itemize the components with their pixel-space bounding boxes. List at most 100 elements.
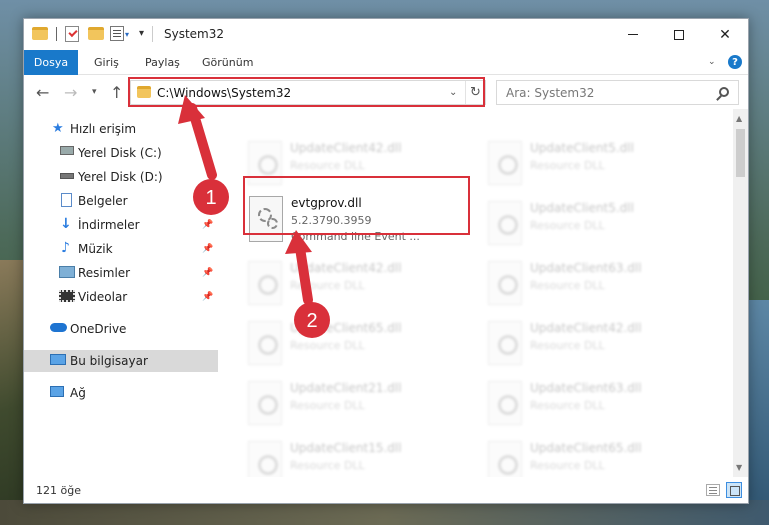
file-name: UpdateClient15.dll: [290, 441, 402, 455]
tab-file[interactable]: Dosya: [24, 50, 78, 75]
maximize-icon: [674, 29, 684, 40]
file-name: UpdateClient63.dll: [530, 381, 642, 395]
sidebar-item-documents[interactable]: Belgeler: [24, 190, 218, 212]
sidebar-item-label: Bu bilgisayar: [70, 354, 148, 368]
forward-arrow-icon[interactable]: →: [64, 83, 77, 102]
sidebar-item-drive-c[interactable]: Yerel Disk (C:): [24, 142, 218, 164]
properties-icon[interactable]: [110, 26, 124, 41]
scroll-thumb[interactable]: [736, 129, 745, 177]
sidebar-item-label: Ağ: [70, 386, 86, 400]
address-row: ← → ▾ ↑ C:\Windows\System32 ⌄ ↻ Ara: Sys…: [24, 76, 748, 109]
sidebar-item-label: Belgeler: [78, 194, 128, 208]
close-button[interactable]: ✕: [702, 19, 748, 50]
new-folder-icon[interactable]: [88, 27, 104, 40]
close-icon: ✕: [719, 26, 731, 43]
sidebar-item-videos[interactable]: Videolar 📌: [24, 286, 218, 308]
file-type: Resource DLL: [290, 279, 365, 292]
sidebar-item-label: OneDrive: [70, 322, 127, 336]
sidebar-item-network[interactable]: Ağ: [24, 382, 218, 404]
pin-icon[interactable]: 📌: [202, 268, 213, 278]
list-item[interactable]: UpdateClient15.dll Resource DLL: [240, 437, 470, 477]
item-count: 121 öğe: [36, 484, 81, 497]
separator: [152, 26, 153, 42]
navigation-pane: ★ Hızlı erişim Yerel Disk (C:) Yerel Dis…: [24, 109, 218, 477]
sidebar-item-onedrive[interactable]: OneDrive: [24, 318, 218, 340]
minimize-icon: [628, 34, 638, 35]
sidebar-item-this-pc[interactable]: Bu bilgisayar: [24, 350, 218, 372]
file-name: UpdateClient5.dll: [530, 141, 634, 155]
dll-file-icon: [488, 141, 522, 185]
details-view-icon[interactable]: [706, 484, 720, 496]
back-arrow-icon[interactable]: ←: [36, 83, 49, 102]
sidebar-item-label: Müzik: [78, 242, 113, 256]
file-type: Resource DLL: [290, 399, 365, 412]
dll-file-icon: [488, 261, 522, 305]
computer-icon: [50, 354, 66, 365]
file-name: UpdateClient5.dll: [530, 201, 634, 215]
file-type: Resource DLL: [530, 459, 605, 472]
file-name: UpdateClient65.dll: [290, 321, 402, 335]
search-input[interactable]: Ara: System32: [496, 80, 739, 105]
pictures-icon: [59, 266, 75, 278]
up-arrow-icon[interactable]: ↑: [110, 83, 123, 102]
scroll-down-icon[interactable]: ▼: [736, 463, 742, 472]
minimize-button[interactable]: [610, 19, 656, 50]
pin-icon[interactable]: 📌: [202, 292, 213, 302]
list-item[interactable]: UpdateClient5.dll Resource DLL: [480, 137, 710, 195]
dll-file-icon: [248, 381, 282, 425]
chevron-down-icon[interactable]: ▾: [125, 30, 129, 39]
separator: [56, 27, 57, 41]
list-item[interactable]: UpdateClient65.dll Resource DLL: [240, 317, 470, 375]
annotation-box-address: [128, 77, 485, 107]
dll-file-icon: [248, 261, 282, 305]
customize-toolbar-icon[interactable]: ▾: [139, 28, 144, 39]
tab-view[interactable]: Görünüm: [202, 50, 253, 75]
sidebar-item-label: Yerel Disk (D:): [78, 170, 163, 184]
file-type: Resource DLL: [530, 339, 605, 352]
recent-locations-icon[interactable]: ▾: [92, 87, 97, 97]
file-type: Resource DLL: [290, 339, 365, 352]
maximize-button[interactable]: [656, 19, 702, 50]
drive-icon: [60, 146, 74, 155]
file-name: UpdateClient42.dll: [530, 321, 642, 335]
pin-icon[interactable]: 📌: [202, 220, 213, 230]
sidebar-item-label: Resimler: [78, 266, 131, 280]
help-icon[interactable]: ?: [728, 55, 742, 69]
search-placeholder: Ara: System32: [506, 86, 595, 100]
sidebar-item-pictures[interactable]: Resimler 📌: [24, 262, 218, 284]
window-title: System32: [164, 27, 225, 41]
search-icon[interactable]: [719, 87, 729, 97]
folder-icon: [32, 27, 48, 40]
list-item[interactable]: UpdateClient5.dll Resource DLL: [480, 197, 710, 255]
star-icon: ★: [52, 121, 64, 136]
annotation-box-file: [243, 176, 470, 235]
chevron-down-icon[interactable]: ⌄: [708, 57, 716, 67]
file-type: Resource DLL: [530, 159, 605, 172]
ribbon-tabs: Dosya Giriş Paylaş Görünüm ⌄ ?: [24, 50, 748, 75]
list-item[interactable]: UpdateClient42.dll Resource DLL: [480, 317, 710, 375]
list-item[interactable]: UpdateClient63.dll Resource DLL: [480, 377, 710, 435]
tiles-view-icon[interactable]: [726, 482, 742, 498]
vertical-scrollbar[interactable]: ▲ ▼: [733, 109, 748, 477]
sidebar-item-downloads[interactable]: ↓ İndirmeler 📌: [24, 214, 218, 236]
list-item[interactable]: UpdateClient63.dll Resource DLL: [480, 257, 710, 315]
list-item[interactable]: UpdateClient42.dll Resource DLL: [240, 257, 470, 315]
list-item[interactable]: UpdateClient21.dll Resource DLL: [240, 377, 470, 435]
file-name: UpdateClient63.dll: [530, 261, 642, 275]
sidebar-item-quick-access[interactable]: ★ Hızlı erişim: [24, 118, 218, 140]
download-icon: ↓: [60, 216, 72, 232]
tab-share[interactable]: Paylaş: [145, 50, 180, 75]
list-item[interactable]: UpdateClient65.dll Resource DLL: [480, 437, 710, 477]
tab-home[interactable]: Giriş: [94, 50, 119, 75]
pin-icon[interactable]: 📌: [202, 244, 213, 254]
sidebar-item-music[interactable]: ♪ Müzik 📌: [24, 238, 218, 260]
file-name: UpdateClient21.dll: [290, 381, 402, 395]
dll-file-icon: [248, 441, 282, 477]
scroll-up-icon[interactable]: ▲: [736, 114, 742, 123]
sidebar-item-label: Hızlı erişim: [70, 122, 137, 136]
properties-check-icon[interactable]: [65, 26, 79, 42]
sidebar-item-drive-d[interactable]: Yerel Disk (D:): [24, 166, 218, 188]
file-name: UpdateClient42.dll: [290, 261, 402, 275]
file-type: Resource DLL: [530, 219, 605, 232]
file-type: Resource DLL: [530, 279, 605, 292]
